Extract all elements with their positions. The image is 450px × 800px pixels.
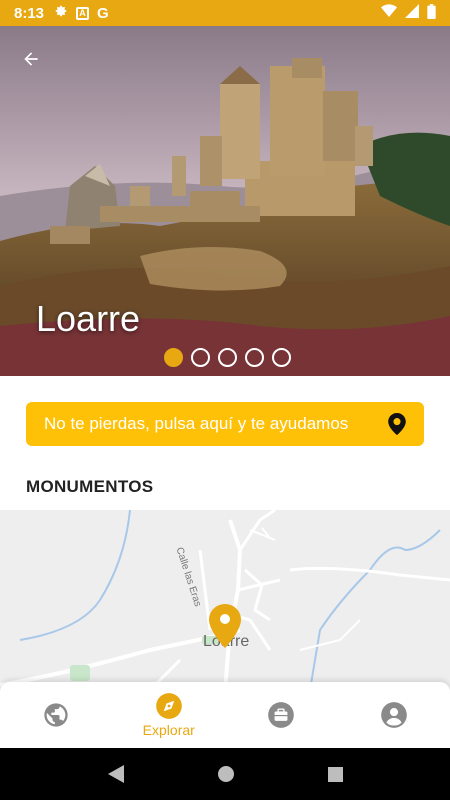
nav-label-explorar: Explorar	[142, 722, 195, 738]
a-icon: A	[76, 6, 90, 20]
circle-home-icon	[217, 766, 234, 782]
carousel-dot[interactable]	[245, 348, 264, 367]
hero-carousel[interactable]: Loarre	[0, 26, 450, 376]
carousel-dot[interactable]	[191, 348, 210, 367]
nav-item-globe[interactable]	[0, 682, 113, 748]
system-navigation-bar	[0, 748, 450, 800]
briefcase-icon	[268, 702, 295, 728]
status-notification-icons: A G	[54, 4, 109, 22]
system-recents-button[interactable]	[327, 766, 343, 782]
triangle-back-icon	[107, 765, 124, 783]
nav-item-explorar[interactable]: Explorar	[113, 682, 226, 748]
map-marker-icon[interactable]	[209, 604, 241, 653]
profile-icon	[380, 702, 407, 728]
bottom-navigation: Explorar	[0, 682, 450, 748]
arrow-left-icon	[24, 52, 38, 66]
battery-icon	[427, 3, 436, 23]
carousel-dot[interactable]	[164, 348, 183, 367]
carousel-indicators	[164, 348, 291, 367]
carousel-dot[interactable]	[272, 348, 291, 367]
hero-title: Loarre	[36, 298, 141, 339]
system-home-button[interactable]	[217, 766, 234, 782]
nav-item-briefcase[interactable]	[225, 682, 338, 748]
globe-icon	[44, 703, 68, 727]
system-back-button[interactable]	[107, 765, 124, 783]
carousel-dot[interactable]	[218, 348, 237, 367]
section-title: MONUMENTOS	[26, 477, 154, 496]
nav-item-profile[interactable]	[338, 682, 450, 748]
help-banner-text: No te pierdas, pulsa aquí y te ayudamos	[44, 414, 349, 433]
signal-icon	[405, 4, 419, 22]
back-button[interactable]	[14, 42, 48, 76]
status-system-icons	[381, 3, 436, 23]
google-icon: G	[97, 4, 109, 22]
square-recents-icon	[327, 766, 343, 782]
compass-icon	[155, 693, 182, 719]
help-banner-button[interactable]: No te pierdas, pulsa aquí y te ayudamos	[26, 402, 424, 446]
map-view[interactable]	[0, 510, 450, 690]
status-bar: 8:13 A G	[0, 0, 450, 26]
status-time: 8:13	[14, 4, 45, 22]
location-pin-icon	[388, 413, 406, 435]
gear-icon	[54, 4, 68, 22]
map-streets	[0, 510, 450, 690]
wifi-icon	[381, 4, 397, 22]
